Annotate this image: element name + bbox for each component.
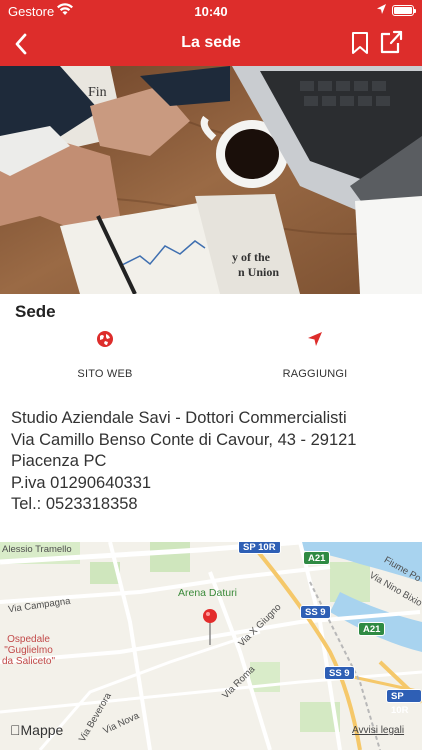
road-shield-a21-top: A21 [303, 551, 331, 565]
website-label: SITO WEB [77, 368, 133, 380]
road-shield-sp10r-top: SP 10R [238, 542, 281, 554]
section-title: Sede [15, 302, 56, 321]
share-external-icon[interactable] [378, 28, 404, 56]
map-canvas [0, 542, 422, 750]
vat-number: P.iva 01290640331 [11, 473, 152, 492]
navigation-arrow-icon [308, 332, 322, 346]
app-header: Gestore 10:40 La sede [0, 0, 422, 66]
phone-number[interactable]: Tel.: 0523318358 [11, 494, 357, 516]
map-label-arena: Arena Daturi [178, 587, 237, 599]
navigation-bar: La sede [0, 22, 422, 66]
address-city: Piacenza PC [11, 452, 107, 470]
map-label-hospital: Ospedale "Guglielmo da Saliceto" [2, 634, 56, 667]
battery-icon [392, 5, 416, 16]
road-shield-a21-right: A21 [358, 622, 386, 636]
status-bar: Gestore 10:40 [0, 0, 422, 22]
map-pin-icon[interactable] [202, 608, 218, 646]
road-shield-sp10r-bottom: SP 10R [386, 689, 422, 716]
map-label-alessio: Alessio Tramello [2, 544, 72, 555]
svg-text:n Union: n Union [238, 265, 279, 279]
location-map[interactable]: Alessio Tramello Via Campagna Ospedale "… [0, 542, 422, 750]
directions-action[interactable]: RAGGIUNGI [245, 330, 385, 380]
address-street: Via Camillo Benso Conte di Cavour, 43 - … [11, 430, 357, 449]
svg-text:Fin: Fin [88, 85, 107, 100]
road-shield-ss9-mid: SS 9 [300, 605, 331, 619]
company-name: Studio Aziendale Savi - Dottori Commerci… [11, 409, 347, 427]
road-shield-ss9-low: SS 9 [324, 666, 355, 680]
maps-attribution: Mappe [10, 722, 63, 738]
apple-logo-icon:  [10, 722, 21, 738]
globe-icon [97, 331, 113, 347]
website-action[interactable]: SITO WEB [35, 330, 175, 380]
maps-attribution-label: Mappe [10, 722, 64, 738]
svg-text:y of the: y of the [232, 250, 271, 264]
location-arrow-icon [377, 4, 386, 14]
office-desk-photo: Fin y of the n Union [0, 66, 422, 294]
legal-notices-link[interactable]: Avvisi legali [352, 725, 404, 736]
directions-label: RAGGIUNGI [282, 368, 348, 380]
clock: 10:40 [194, 4, 228, 19]
bookmark-icon[interactable] [350, 31, 370, 55]
office-info: Studio Aziendale Savi - Dottori Commerci… [11, 408, 357, 516]
